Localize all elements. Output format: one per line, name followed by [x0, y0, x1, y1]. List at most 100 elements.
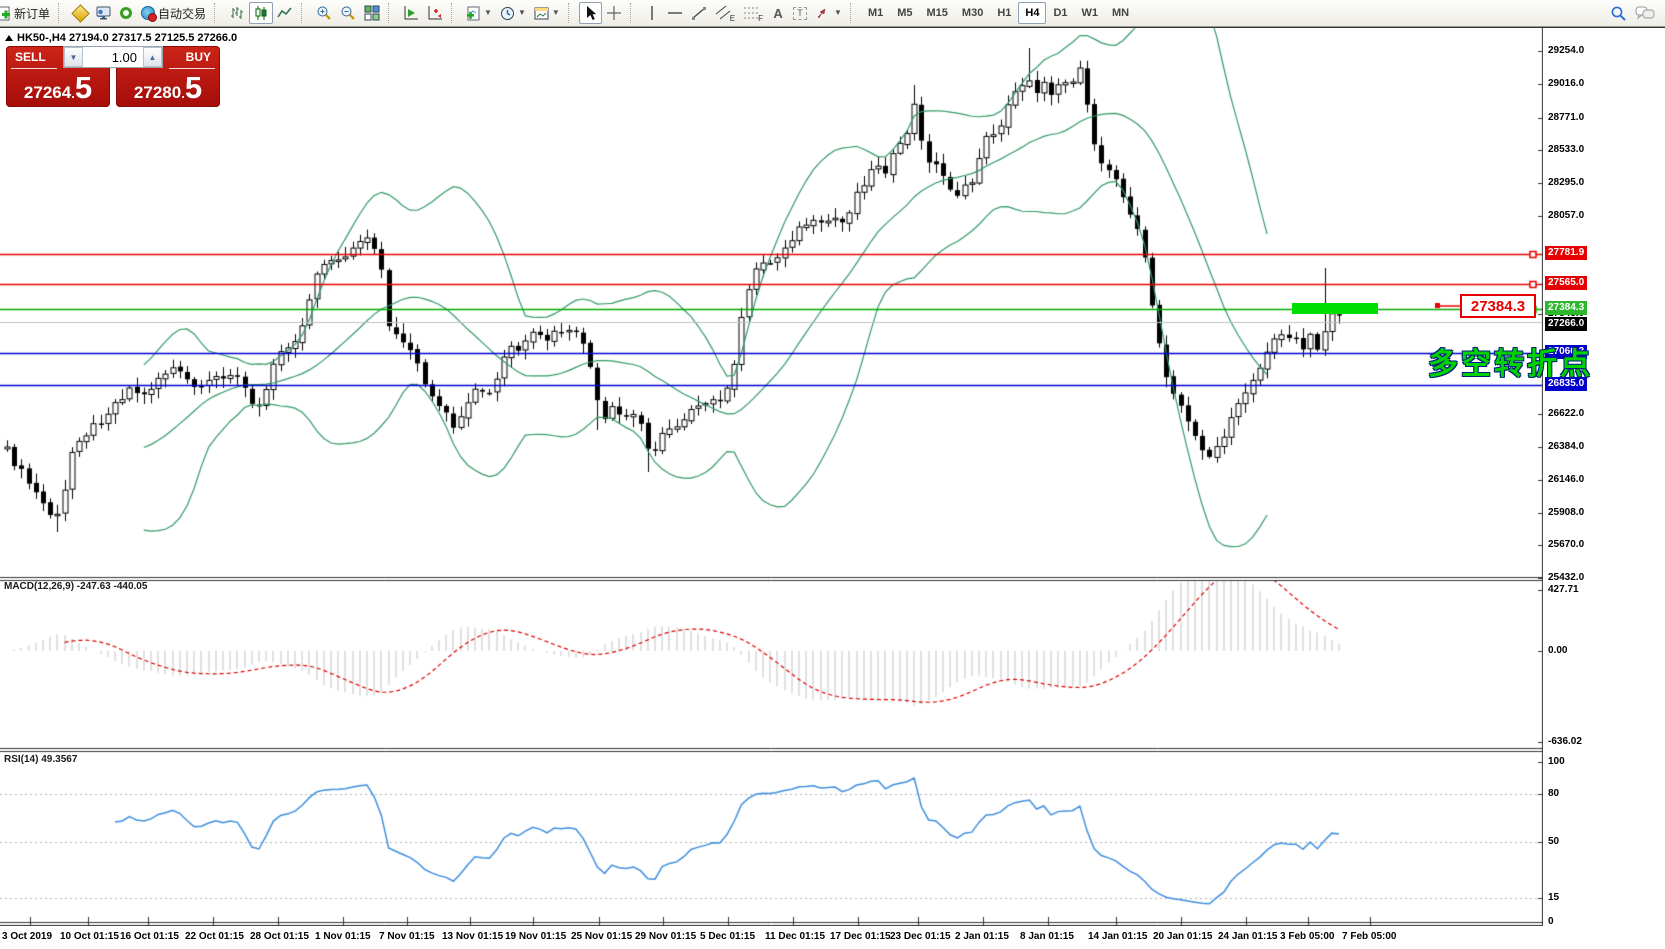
fibonacci-button[interactable]: F	[739, 2, 767, 24]
indicators-icon	[466, 6, 481, 21]
tile-windows-button[interactable]	[360, 2, 384, 24]
highlight-box[interactable]	[1292, 303, 1378, 314]
autotrading-icon	[141, 6, 155, 20]
price-badge: 27266.0	[1545, 317, 1587, 331]
vertical-line-button[interactable]	[641, 2, 663, 24]
zoom-out-icon	[340, 5, 356, 21]
cursor-icon	[583, 5, 598, 21]
trendline-button[interactable]	[687, 2, 711, 24]
channel-button[interactable]: E	[711, 2, 739, 24]
price-axis-tick: 28771.0	[1548, 112, 1584, 123]
sell-divider	[11, 68, 57, 69]
chart-canvas[interactable]	[0, 27, 1543, 926]
time-axis-label: 16 Oct 01:15	[120, 931, 179, 942]
profile-button[interactable]	[69, 2, 91, 24]
timeframe-m30[interactable]: M30	[955, 2, 990, 24]
time-axis-label: 11 Dec 01:15	[765, 931, 825, 942]
price-axis-tick: 25908.0	[1548, 507, 1584, 518]
rsi-axis-tick: 15	[1548, 892, 1559, 903]
channel-letter: E	[730, 14, 735, 23]
price-axis-tick: 25432.0	[1548, 572, 1584, 583]
autotrading-label: 自动交易	[158, 5, 206, 22]
timeframe-m5[interactable]: M5	[890, 2, 919, 24]
volume-decrease-button[interactable]: ▼	[64, 47, 83, 67]
horizontal-line-button[interactable]	[663, 2, 687, 24]
periods-clock-icon	[500, 6, 515, 21]
timeframe-h1[interactable]: H1	[990, 2, 1018, 24]
profile-icon	[71, 4, 89, 22]
sell-price-frac: 5	[75, 70, 92, 105]
periods-button[interactable]: ▼	[496, 2, 530, 24]
navigator-button[interactable]	[115, 2, 137, 24]
templates-icon	[534, 6, 549, 21]
volume-value[interactable]: 1.00	[83, 47, 143, 67]
sell-label: SELL	[15, 50, 46, 64]
price-axis-tick: 26146.0	[1548, 474, 1584, 485]
new-order-label: 新订单	[14, 5, 50, 22]
bar-chart-button[interactable]	[225, 2, 249, 24]
arrows-button[interactable]: ▼	[811, 2, 846, 24]
chart-title: HK50-,H4 27194.0 27317.5 27125.5 27266.0	[17, 32, 237, 44]
autotrading-button[interactable]: 自动交易	[137, 2, 210, 24]
turning-point-annotation[interactable]: 多空转折点	[1428, 339, 1593, 383]
text-label-button[interactable]: T	[789, 2, 811, 24]
timeframe-m1[interactable]: M1	[861, 2, 890, 24]
candlestick-chart-button[interactable]	[249, 2, 273, 24]
text-tool-button[interactable]: A	[767, 2, 789, 24]
timeframe-w1[interactable]: W1	[1075, 2, 1106, 24]
time-axis-label: 28 Oct 01:15	[250, 931, 309, 942]
price-callout-box[interactable]: 27384.3	[1460, 294, 1536, 318]
time-axis-label: 7 Nov 01:15	[379, 931, 435, 942]
line-chart-icon	[277, 5, 293, 21]
equidistant-channel-icon	[715, 5, 731, 21]
volume-increase-button[interactable]: ▲	[143, 47, 162, 67]
price-badge: 27781.9	[1545, 246, 1587, 260]
time-axis-label: 17 Dec 01:15	[830, 931, 891, 942]
new-order-button[interactable]: 新订单	[0, 2, 54, 24]
time-axis-label: 3 Oct 2019	[2, 931, 52, 942]
search-button[interactable]	[1606, 2, 1631, 24]
separator	[58, 3, 67, 23]
timeframe-m15[interactable]: M15	[920, 2, 955, 24]
buy-price: 27280.5	[116, 72, 220, 103]
chat-button[interactable]	[1631, 2, 1659, 24]
timeframe-mn[interactable]: MN	[1105, 2, 1136, 24]
timeframe-d1[interactable]: D1	[1046, 2, 1074, 24]
buy-price-main: 27280	[134, 83, 181, 102]
zoom-out-button[interactable]	[336, 2, 360, 24]
templates-button[interactable]: ▼	[530, 2, 564, 24]
timeframe-h4[interactable]: H4	[1018, 2, 1046, 24]
candlestick-chart-icon	[253, 5, 269, 21]
volume-spinner: ▼ 1.00 ▲	[63, 46, 163, 68]
separator	[214, 3, 223, 23]
buy-price-frac: 5	[185, 70, 202, 105]
line-chart-button[interactable]	[273, 2, 297, 24]
trendline-icon	[691, 5, 707, 21]
fibonacci-letter: F	[758, 14, 763, 23]
sell-price-main: 27264	[24, 83, 71, 102]
rsi-axis-tick: 50	[1548, 836, 1559, 847]
time-axis-label: 2 Jan 01:15	[955, 931, 1009, 942]
vertical-line-icon	[647, 5, 657, 21]
indicators-button[interactable]: ▼	[462, 2, 496, 24]
price-axis-tick: 28295.0	[1548, 177, 1584, 188]
timeframe-group: M1M5M15M30H1H4D1W1MN	[861, 2, 1136, 24]
rsi-axis-tick: 100	[1548, 756, 1565, 767]
market-watch-button[interactable]	[91, 2, 115, 24]
time-axis-label: 19 Nov 01:15	[505, 931, 566, 942]
chart-shift-button[interactable]	[423, 2, 447, 24]
crosshair-button[interactable]	[602, 2, 626, 24]
price-axis-tick: 29254.0	[1548, 45, 1584, 56]
separator	[301, 3, 310, 23]
cursor-button[interactable]	[579, 2, 602, 24]
auto-scroll-button[interactable]	[399, 2, 423, 24]
time-axis-label: 10 Oct 01:15	[60, 931, 119, 942]
dropdown-caret: ▼	[518, 9, 526, 17]
price-axis-tick: 28057.0	[1548, 210, 1584, 221]
time-axis-label: 14 Jan 01:15	[1088, 931, 1148, 942]
zoom-in-button[interactable]	[312, 2, 336, 24]
tile-windows-icon	[364, 5, 380, 21]
toolbar: 新订单 自动交易	[0, 0, 1665, 27]
rsi-axis-tick: 80	[1548, 788, 1559, 799]
collapse-triangle-icon[interactable]	[5, 35, 13, 41]
